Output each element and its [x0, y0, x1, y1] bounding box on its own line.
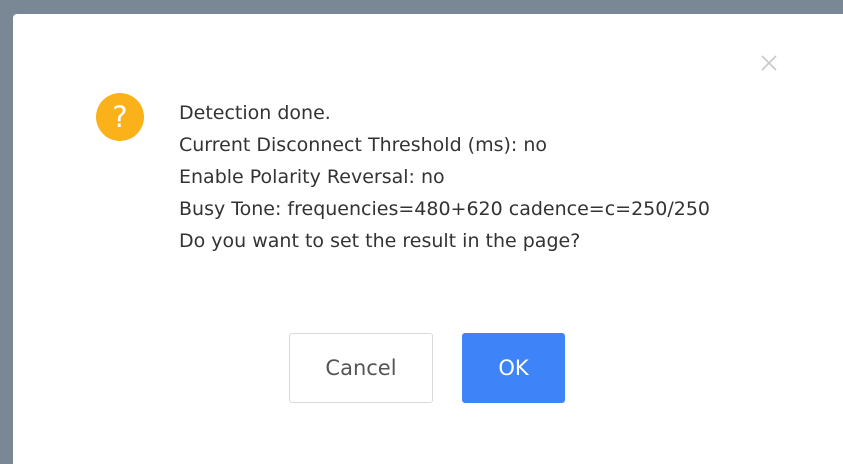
- message-line-status: Detection done.: [179, 102, 331, 124]
- cancel-button[interactable]: Cancel: [289, 333, 433, 403]
- close-icon[interactable]: [757, 51, 781, 75]
- message-line-busy-tone: Busy Tone: frequencies=480+620 cadence=c…: [179, 198, 710, 220]
- message-line-polarity-reversal: Enable Polarity Reversal: no: [179, 166, 445, 188]
- message-line-disconnect-threshold: Current Disconnect Threshold (ms): no: [179, 134, 548, 156]
- ok-button[interactable]: OK: [462, 333, 565, 403]
- question-circle-icon: ?: [96, 93, 144, 141]
- dialog-message: Detection done. Current Disconnect Thres…: [179, 97, 799, 257]
- confirm-dialog: ? Detection done. Current Disconnect Thr…: [13, 14, 843, 464]
- message-line-question: Do you want to set the result in the pag…: [179, 230, 581, 252]
